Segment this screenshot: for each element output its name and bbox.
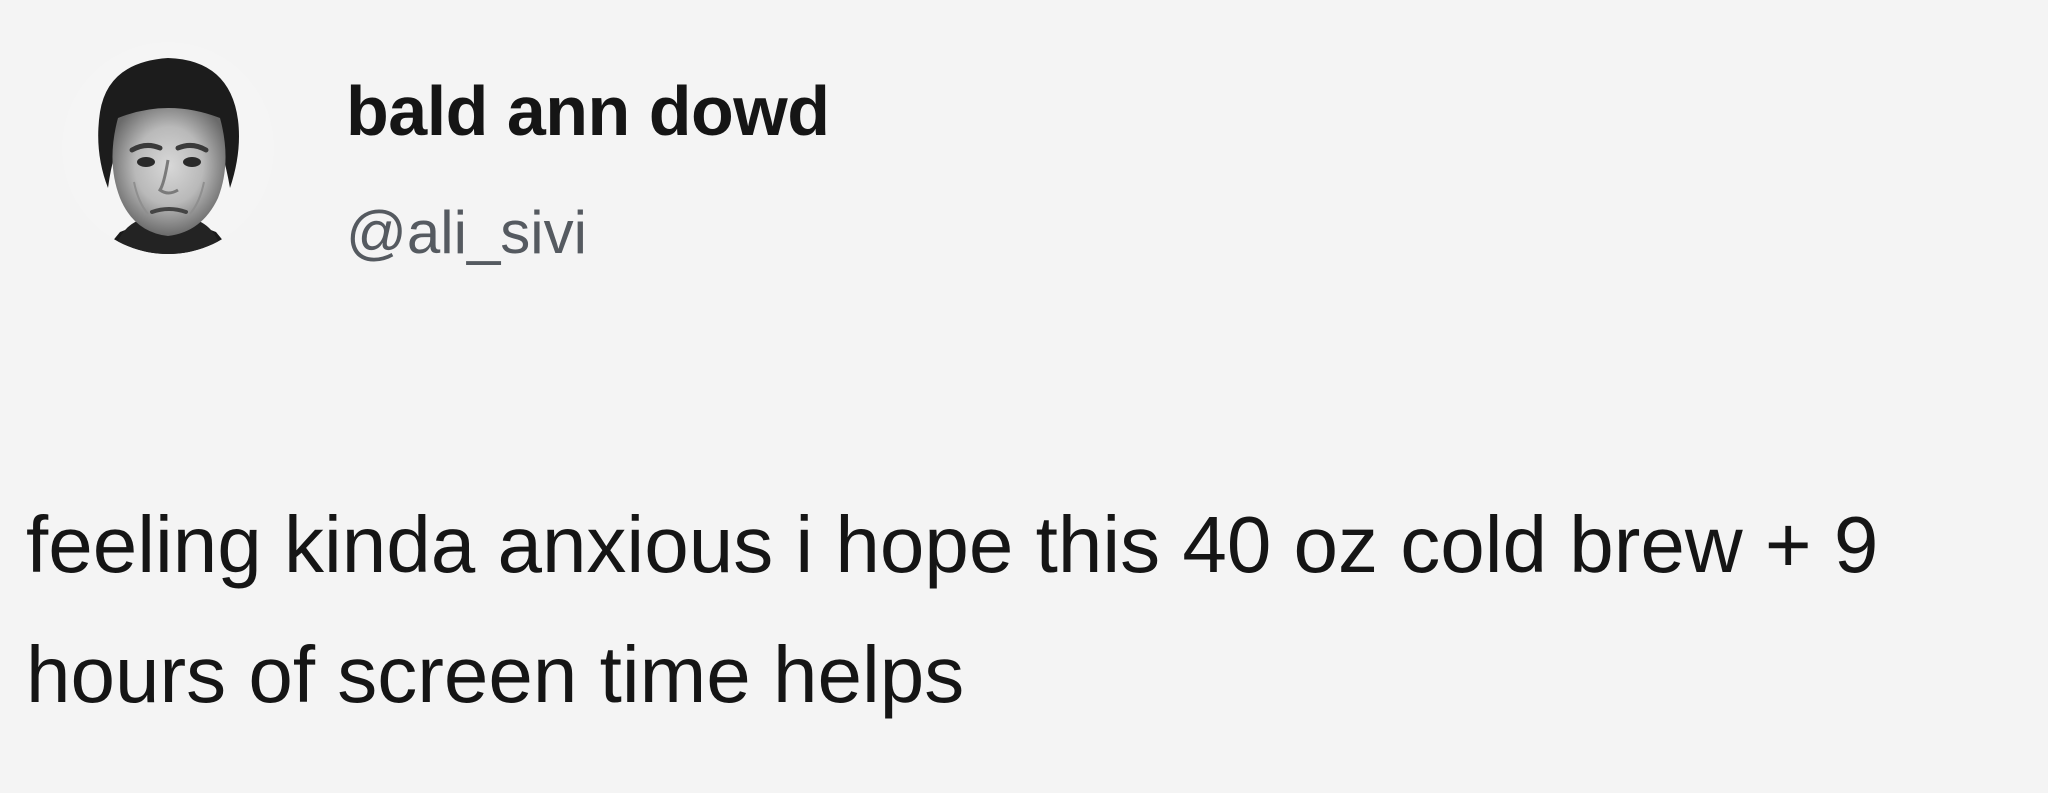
tweet-text: feeling kinda anxious i hope this 40 oz … [26, 500, 1879, 719]
tweet-card: bald ann dowd @ali_sivi feeling kinda an… [0, 0, 2048, 793]
display-name[interactable]: bald ann dowd [346, 76, 830, 146]
profile-photo-icon [62, 42, 274, 254]
user-handle[interactable]: @ali_sivi [346, 203, 587, 263]
avatar[interactable] [62, 42, 274, 254]
